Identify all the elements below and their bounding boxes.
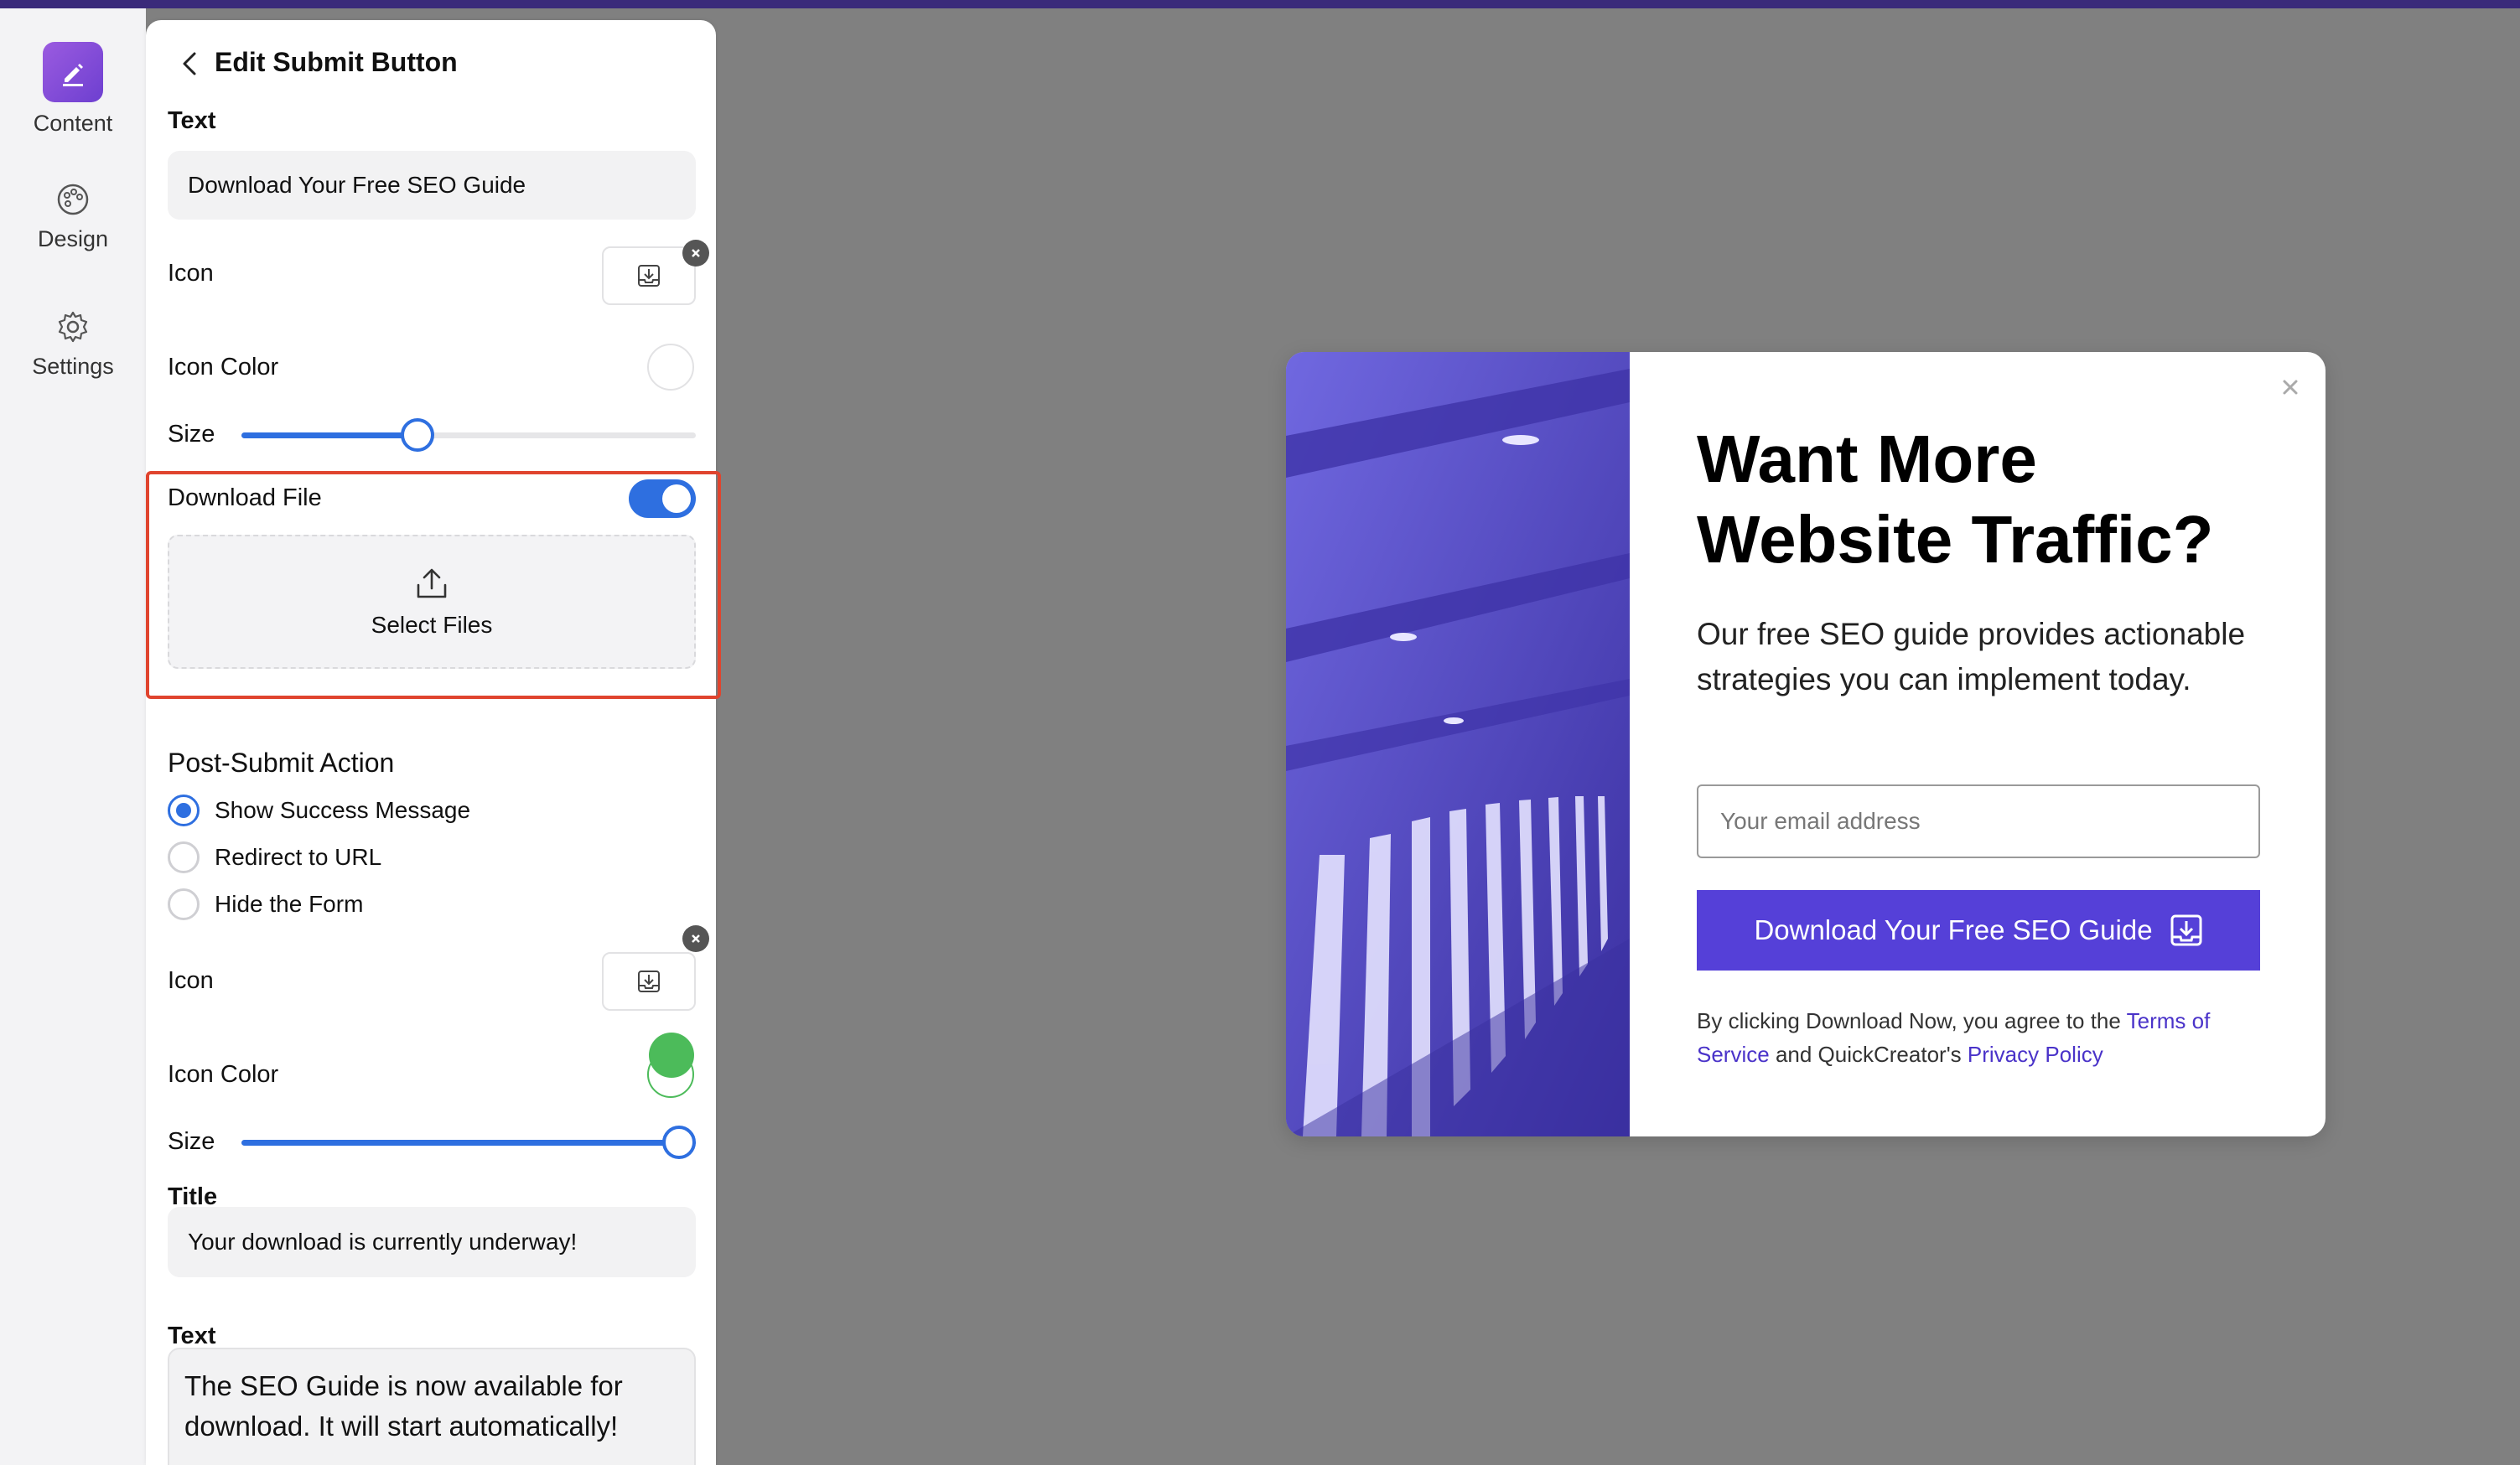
close-icon: [692, 934, 700, 943]
button-text-field[interactable]: Download Your Free SEO Guide: [168, 151, 696, 220]
success-icon-color-label: Icon Color: [168, 1061, 279, 1088]
post-submit-label: Post-Submit Action: [168, 748, 395, 778]
left-rail: Content Design Settings: [0, 8, 146, 1465]
icon-color-swatch[interactable]: [647, 344, 694, 391]
size-slider-fill: [241, 432, 417, 438]
download-tray-icon: [638, 265, 660, 287]
remove-success-icon-button[interactable]: [682, 925, 709, 952]
size-label: Size: [168, 421, 215, 448]
radio-button[interactable]: [168, 888, 200, 920]
rail-item-label: Settings: [32, 354, 114, 379]
architecture-photo: [1286, 352, 1630, 1136]
legal-prefix: By clicking Download Now, you agree to t…: [1697, 1008, 2121, 1033]
back-chevron-icon[interactable]: [179, 50, 200, 77]
top-accent-bar: [0, 0, 2520, 8]
radio-button[interactable]: [168, 795, 200, 826]
radio-label: Hide the Form: [215, 891, 364, 917]
legal-middle: and QuickCreator's: [1775, 1042, 1962, 1067]
palette-icon: [57, 184, 89, 215]
close-icon[interactable]: [2280, 377, 2300, 397]
download-file-highlight: [146, 471, 721, 699]
success-icon-picker[interactable]: [602, 952, 696, 1011]
download-tray-icon: [638, 971, 660, 992]
popup-preview: Want More Website Traffic? Our free SEO …: [1286, 352, 2326, 1136]
success-text-area[interactable]: The SEO Guide is now available for downl…: [168, 1348, 696, 1465]
privacy-link[interactable]: Privacy Policy: [1968, 1042, 2103, 1067]
rail-item-settings[interactable]: Settings: [0, 308, 146, 380]
success-size-slider[interactable]: [241, 1126, 696, 1159]
radio-label: Show Success Message: [215, 797, 471, 823]
success-text-label: Text: [168, 1323, 216, 1349]
email-input[interactable]: Your email address: [1697, 784, 2260, 858]
cta-label: Download Your Free SEO Guide: [1754, 914, 2153, 945]
radio-label: Redirect to URL: [215, 844, 382, 870]
panel-title: Edit Submit Button: [215, 47, 458, 77]
success-icon-label: Icon: [168, 967, 214, 994]
download-tray-icon: [2170, 914, 2202, 946]
success-size-slider-thumb[interactable]: [662, 1126, 696, 1159]
size-slider[interactable]: [241, 418, 696, 452]
hallway-image: [1286, 352, 1630, 1136]
gear-icon: [58, 311, 88, 343]
download-cta-button[interactable]: Download Your Free SEO Guide: [1697, 890, 2260, 971]
text-label: Text: [168, 107, 216, 134]
rail-item-design[interactable]: Design: [0, 181, 146, 252]
edit-pencil-icon: [43, 42, 103, 102]
success-size-slider-fill: [241, 1140, 696, 1146]
close-icon: [692, 249, 700, 257]
icon-label: Icon: [168, 260, 214, 287]
radio-redirect-url[interactable]: Redirect to URL: [168, 841, 381, 873]
rail-item-content[interactable]: Content: [0, 42, 146, 137]
icon-color-label: Icon Color: [168, 354, 279, 380]
popup-title: Want More Website Traffic?: [1697, 422, 2214, 577]
edit-submit-button-panel: Edit Submit Button Text Download Your Fr…: [146, 20, 716, 1465]
icon-picker[interactable]: [602, 246, 696, 305]
legal-text: By clicking Download Now, you agree to t…: [1697, 1004, 2275, 1071]
radio-hide-form[interactable]: Hide the Form: [168, 888, 363, 920]
popup-description: Our free SEO guide provides actionable s…: [1697, 617, 2246, 696]
radio-button[interactable]: [168, 841, 200, 873]
rail-item-label: Design: [37, 226, 109, 251]
green-color-dot: [649, 1033, 694, 1078]
size-slider-thumb[interactable]: [401, 418, 434, 452]
popup-content: Want More Website Traffic? Our free SEO …: [1630, 352, 2326, 1136]
rail-item-label: Content: [33, 111, 113, 136]
remove-icon-button[interactable]: [682, 240, 709, 267]
success-title-field[interactable]: Your download is currently underway!: [168, 1207, 696, 1277]
radio-show-success[interactable]: Show Success Message: [168, 795, 470, 826]
success-size-label: Size: [168, 1128, 215, 1155]
